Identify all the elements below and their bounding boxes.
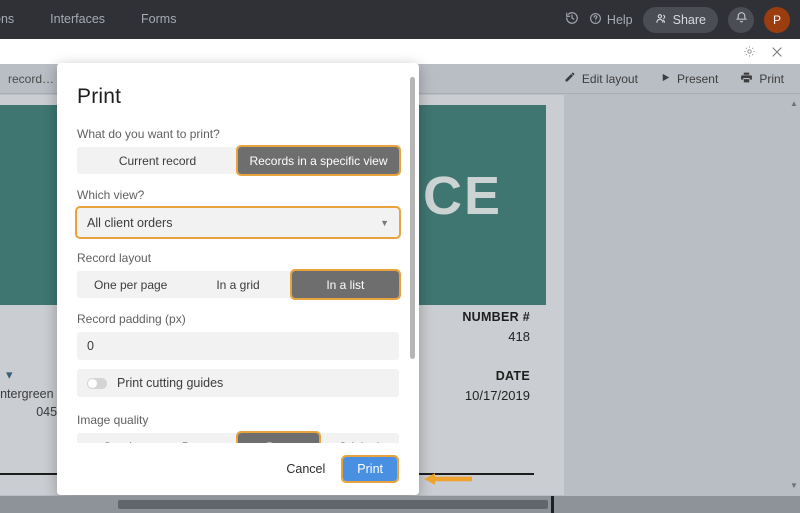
app-bar-right-controls: Help Share P xyxy=(565,6,800,33)
app-tab-list: ons Interfaces Forms xyxy=(0,0,194,39)
dialog-title: Print xyxy=(77,85,122,108)
tab-automations[interactable]: ons xyxy=(0,0,32,39)
segment-records-in-view[interactable]: Records in a specific view xyxy=(236,145,401,176)
recipient-line-1: ntergreen L xyxy=(0,387,64,401)
left-arrow-annotation xyxy=(424,472,472,486)
history-button[interactable] xyxy=(565,11,579,28)
invoice-number-value: 418 xyxy=(508,329,530,344)
history-icon xyxy=(565,11,579,28)
record-actions: Edit layout Present Print xyxy=(564,71,784,87)
toggle-knob xyxy=(88,378,97,388)
bullet-icon: ▾ xyxy=(6,367,13,382)
play-icon xyxy=(660,72,671,86)
dialog-scrollbar[interactable] xyxy=(410,77,415,359)
record-layout-label: Record layout xyxy=(77,251,152,265)
dialog-print-button[interactable]: Print xyxy=(341,455,399,483)
what-to-print-label: What do you want to print? xyxy=(77,127,220,141)
printer-icon xyxy=(740,71,753,87)
record-padding-input[interactable]: 0 xyxy=(77,332,399,360)
pencil-icon xyxy=(564,71,576,86)
dialog-footer: Cancel Print xyxy=(57,443,419,495)
what-to-print-segmented: Current record Records in a specific vie… xyxy=(77,145,401,176)
horizontal-scrollbar[interactable] xyxy=(0,496,800,513)
cutting-guides-row[interactable]: Print cutting guides xyxy=(77,369,399,397)
notifications-button[interactable] xyxy=(728,6,754,33)
people-icon xyxy=(655,12,668,28)
invoice-date-value: 10/17/2019 xyxy=(464,388,530,403)
which-view-select[interactable]: All client orders ▼ xyxy=(75,206,401,239)
segment-one-per-page[interactable]: One per page xyxy=(77,271,184,298)
recipient-line-2: 0459 xyxy=(36,405,64,419)
share-label: Share xyxy=(672,12,706,27)
cancel-button[interactable]: Cancel xyxy=(280,457,331,481)
record-back-label: record… xyxy=(8,71,55,86)
image-quality-label: Image quality xyxy=(77,413,149,427)
help-label: Help xyxy=(606,12,633,27)
user-avatar[interactable]: P xyxy=(764,6,790,33)
help-button[interactable]: Help xyxy=(589,12,633,28)
which-view-label: Which view? xyxy=(77,188,145,202)
scroll-down-icon[interactable]: ▼ xyxy=(790,482,798,490)
invoice-meta: NUMBER # 418 DATE 10/17/2019 xyxy=(400,310,530,403)
cutting-guides-toggle[interactable] xyxy=(87,377,107,389)
invoice-recipient-lines: ntergreen L 0459 xyxy=(0,385,64,421)
bell-icon xyxy=(735,11,748,29)
print-dialog: Print What do you want to print? Current… xyxy=(57,63,419,495)
scrollbar-marker xyxy=(551,496,554,513)
which-view-value: All client orders xyxy=(87,215,173,230)
print-dialog-body: Print What do you want to print? Current… xyxy=(57,63,419,495)
gear-icon[interactable] xyxy=(743,45,756,58)
print-button[interactable]: Print xyxy=(740,71,784,87)
segment-current-record[interactable]: Current record xyxy=(77,147,238,174)
app-top-bar: ons Interfaces Forms Help xyxy=(0,0,800,39)
page-vertical-scrollbar[interactable]: ▲ ▼ xyxy=(790,100,798,490)
edit-layout-label: Edit layout xyxy=(581,71,638,86)
record-layout-segmented: One per page In a grid In a list xyxy=(77,269,401,300)
record-padding-label: Record padding (px) xyxy=(77,312,186,326)
segment-in-a-grid[interactable]: In a grid xyxy=(184,271,291,298)
invoice-date-label: DATE xyxy=(495,369,530,383)
help-icon xyxy=(589,12,602,28)
tab-forms[interactable]: Forms xyxy=(123,0,194,39)
cutting-guides-label: Print cutting guides xyxy=(117,376,224,390)
print-label: Print xyxy=(759,71,784,86)
tab-interfaces[interactable]: Interfaces xyxy=(32,0,123,39)
horizontal-scrollbar-thumb[interactable] xyxy=(118,500,548,509)
edit-layout-button[interactable]: Edit layout xyxy=(564,71,638,86)
present-label: Present xyxy=(676,71,719,86)
invoice-number-label: NUMBER # xyxy=(462,310,530,324)
record-padding-value: 0 xyxy=(87,339,94,353)
scroll-up-icon[interactable]: ▲ xyxy=(790,100,798,108)
close-icon[interactable] xyxy=(770,45,784,59)
chevron-down-icon: ▼ xyxy=(380,217,389,228)
segment-in-a-list[interactable]: In a list xyxy=(289,269,401,300)
share-button[interactable]: Share xyxy=(642,6,718,33)
screen: ons Interfaces Forms Help xyxy=(0,0,800,513)
present-button[interactable]: Present xyxy=(660,72,718,86)
window-strip xyxy=(0,39,800,64)
